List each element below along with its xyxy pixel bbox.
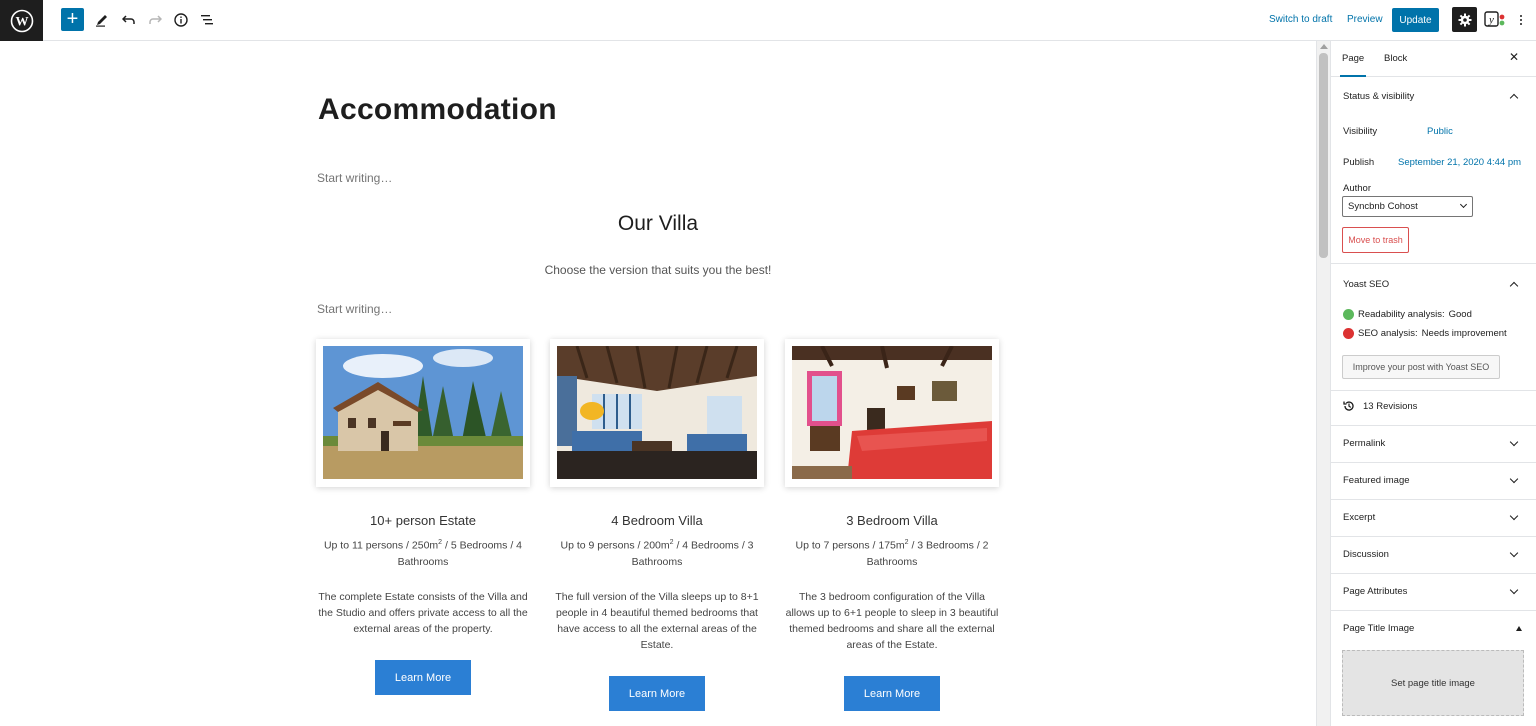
card-meta: Up to 7 persons / 175m2 / 3 Bedrooms / 2… [795, 539, 989, 568]
block-navigation-icon[interactable] [195, 8, 219, 32]
panel-excerpt[interactable]: Excerpt [1331, 511, 1536, 526]
panel-discussion[interactable]: Discussion [1331, 548, 1536, 563]
publish-label: Publish [1343, 157, 1375, 168]
panel-page-title-image[interactable]: Page Title Image [1331, 623, 1536, 637]
visibility-value[interactable]: Public [1427, 126, 1453, 137]
chevron-down-icon [1509, 437, 1519, 447]
svg-text:W: W [15, 13, 28, 28]
update-button[interactable]: Update [1392, 8, 1439, 32]
wordpress-logo-icon[interactable]: W [0, 0, 43, 41]
edit-pencil-icon[interactable] [90, 8, 114, 32]
divider [1331, 499, 1536, 500]
panel-status-visibility[interactable]: Status & visibility [1331, 91, 1536, 105]
chevron-down-icon [1509, 585, 1519, 595]
divider [1331, 462, 1536, 463]
section-heading[interactable]: Our Villa [0, 212, 1316, 236]
move-to-trash-button[interactable]: Move to trash [1342, 227, 1409, 253]
set-page-title-image-button[interactable]: Set page title image [1342, 650, 1524, 716]
history-icon [1343, 401, 1354, 411]
bad-face-icon [1343, 328, 1354, 339]
tab-page[interactable]: Page [1339, 53, 1367, 77]
card-title: 4 Bedroom Villa [611, 513, 703, 528]
settings-sidebar: Page Block ✕ Status & visibility Visibil… [1330, 41, 1536, 726]
seo-status: SEO analysis: Needs improvement [1343, 328, 1507, 339]
publish-date[interactable]: September 21, 2020 4:44 pm [1398, 157, 1521, 168]
page-title[interactable]: Accommodation [318, 93, 557, 127]
panel-title: Yoast SEO [1343, 279, 1390, 290]
switch-to-draft-link[interactable]: Switch to draft [1269, 14, 1332, 25]
chevron-down-icon [1509, 548, 1519, 558]
card-meta: Up to 9 persons / 200m2 / 4 Bedrooms / 3… [560, 539, 754, 568]
panel-page-attributes[interactable]: Page Attributes [1331, 585, 1536, 600]
chevron-down-icon [1509, 474, 1519, 484]
editor-scrollbar[interactable] [1316, 41, 1330, 726]
chevron-down-icon [1459, 200, 1468, 209]
card-image[interactable] [316, 339, 530, 487]
redo-icon[interactable] [143, 8, 167, 32]
card-description: The 3 bedroom configuration of the Villa… [785, 591, 999, 651]
preview-link[interactable]: Preview [1347, 14, 1383, 25]
divider [1331, 263, 1536, 264]
card-image[interactable] [550, 339, 764, 487]
sidebar-tabs: Page Block ✕ [1331, 41, 1536, 77]
info-icon[interactable] [169, 8, 193, 32]
divider [1331, 573, 1536, 574]
editor-toolbar: W + Switch to draft Preview Update y [0, 0, 1536, 41]
author-select[interactable]: Syncbnb Cohost [1342, 196, 1473, 217]
card-description: The full version of the Villa sleeps up … [555, 591, 759, 651]
revisions-link[interactable]: 13 Revisions [1343, 400, 1417, 412]
scrollbar-thumb[interactable] [1319, 53, 1328, 258]
panel-title: Status & visibility [1343, 91, 1415, 102]
panel-yoast-seo[interactable]: Yoast SEO [1331, 279, 1536, 293]
card-meta: Up to 11 persons / 250m2 / 5 Bedrooms / … [323, 539, 523, 568]
yoast-icon[interactable]: y [1484, 9, 1508, 31]
tab-block[interactable]: Block [1384, 53, 1407, 64]
card-image[interactable] [785, 339, 999, 487]
panel-featured-image[interactable]: Featured image [1331, 474, 1536, 489]
paragraph-placeholder[interactable]: Start writing… [317, 171, 392, 185]
close-icon[interactable]: ✕ [1509, 50, 1519, 64]
chevron-up-icon [1509, 93, 1519, 103]
more-options-icon[interactable] [1514, 10, 1528, 30]
card-title: 10+ person Estate [370, 513, 476, 528]
good-face-icon [1343, 309, 1354, 320]
chevron-down-icon [1509, 511, 1519, 521]
divider [1331, 610, 1536, 611]
panel-permalink[interactable]: Permalink [1331, 437, 1536, 452]
undo-icon[interactable] [117, 8, 141, 32]
visibility-label: Visibility [1343, 126, 1378, 137]
add-block-button[interactable]: + [61, 8, 84, 31]
section-subtitle[interactable]: Choose the version that suits you the be… [0, 263, 1316, 277]
scroll-up-arrow-icon[interactable] [1320, 44, 1328, 49]
card-title: 3 Bedroom Villa [846, 513, 938, 528]
divider [1331, 390, 1536, 391]
author-label: Author [1343, 183, 1371, 194]
divider [1331, 536, 1536, 537]
improve-with-yoast-button[interactable]: Improve your post with Yoast SEO [1342, 355, 1500, 379]
svg-text:y: y [1488, 14, 1494, 26]
paragraph-placeholder[interactable]: Start writing… [317, 302, 392, 316]
triangle-up-icon [1516, 626, 1522, 631]
divider [1331, 425, 1536, 426]
learn-more-button[interactable]: Learn More [609, 676, 705, 711]
settings-gear-icon[interactable] [1452, 7, 1477, 32]
learn-more-button[interactable]: Learn More [375, 660, 471, 695]
chevron-up-icon [1509, 281, 1519, 291]
card-description: The complete Estate consists of the Vill… [318, 591, 528, 635]
learn-more-button[interactable]: Learn More [844, 676, 940, 711]
readability-status: Readability analysis: Good [1343, 309, 1472, 320]
editor-canvas: Accommodation Start writing… Our Villa C… [0, 41, 1316, 726]
